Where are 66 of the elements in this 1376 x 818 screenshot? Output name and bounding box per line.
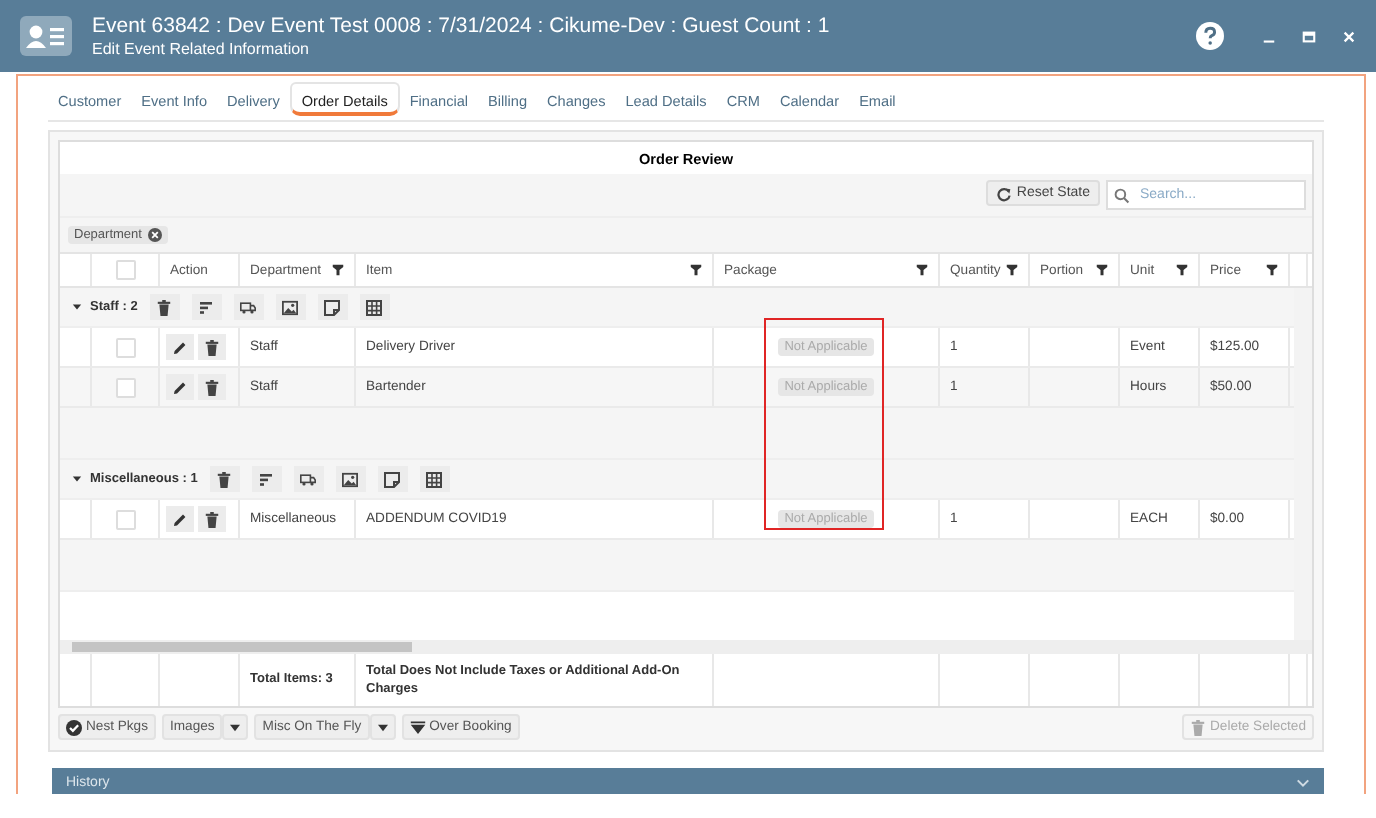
edit-button[interactable] [166,334,194,360]
refresh-icon [996,185,1013,201]
filter-icon[interactable] [916,264,928,276]
delete-button[interactable] [198,506,226,532]
contact-card-icon [20,16,72,56]
grid-icon [366,299,383,315]
note-button[interactable] [317,294,348,320]
filter-icon[interactable] [1176,264,1188,276]
image-button[interactable] [275,294,306,320]
sort-button[interactable] [251,466,282,492]
row-checkbox[interactable] [115,377,135,397]
image-icon [342,471,359,487]
caret-icon [377,723,388,731]
trash-icon [204,511,220,527]
delete-group-button[interactable] [149,294,180,320]
delete-group-button[interactable] [209,466,240,492]
edit-button[interactable] [166,506,194,532]
image-icon [282,299,299,315]
funnel-icon [409,719,426,735]
edit-button[interactable] [166,374,194,400]
dropdown-toggle[interactable] [369,714,396,740]
grid-button[interactable] [419,466,450,492]
note-icon [384,471,401,487]
maximize-icon[interactable] [1302,29,1316,43]
window-title: Event 63842 : Dev Event Test 0008 : 7/31/2024 : Cikume-Dev : Guest Count : 1 [92,14,832,38]
trash-icon [1190,719,1206,735]
sort-button[interactable] [191,294,222,320]
check-circle-icon [66,719,82,735]
filter-icon[interactable] [690,264,702,276]
filter-icon[interactable] [1096,264,1108,276]
dropdown-toggle[interactable] [222,714,249,740]
chevron-icon[interactable] [1296,778,1310,788]
delete-button[interactable] [198,374,226,400]
grid-button[interactable] [359,294,390,320]
sort-icon [198,299,215,315]
filter-icon[interactable] [1006,264,1018,276]
search-icon [1114,187,1130,203]
row-checkbox[interactable] [115,509,135,529]
window-subtitle: Edit Event Related Information [92,40,312,58]
truck-icon [300,471,317,487]
trash-icon [216,471,233,487]
remove-icon[interactable] [147,228,162,242]
caret-icon[interactable] [72,474,82,484]
pencil-icon [172,511,188,527]
close-icon[interactable] [1342,29,1356,43]
note-button[interactable] [377,466,408,492]
caret-icon [230,723,241,731]
filter-icon[interactable] [1266,264,1278,276]
truck-icon [240,299,257,315]
row-checkbox[interactable] [115,337,135,357]
truck-button[interactable] [293,466,324,492]
trash-icon [204,379,220,395]
filter-icon[interactable] [332,264,344,276]
delete-button[interactable] [198,334,226,360]
sort-icon [258,471,275,487]
trash-icon [204,339,220,355]
trash-icon [156,299,173,315]
image-button[interactable] [335,466,366,492]
pencil-icon [172,379,188,395]
caret-icon[interactable] [72,302,82,312]
grid-icon [426,471,443,487]
truck-button[interactable] [233,294,264,320]
help-icon[interactable] [1196,22,1224,50]
note-icon [324,299,341,315]
select-all-checkbox[interactable] [115,260,135,280]
pencil-icon [172,339,188,355]
